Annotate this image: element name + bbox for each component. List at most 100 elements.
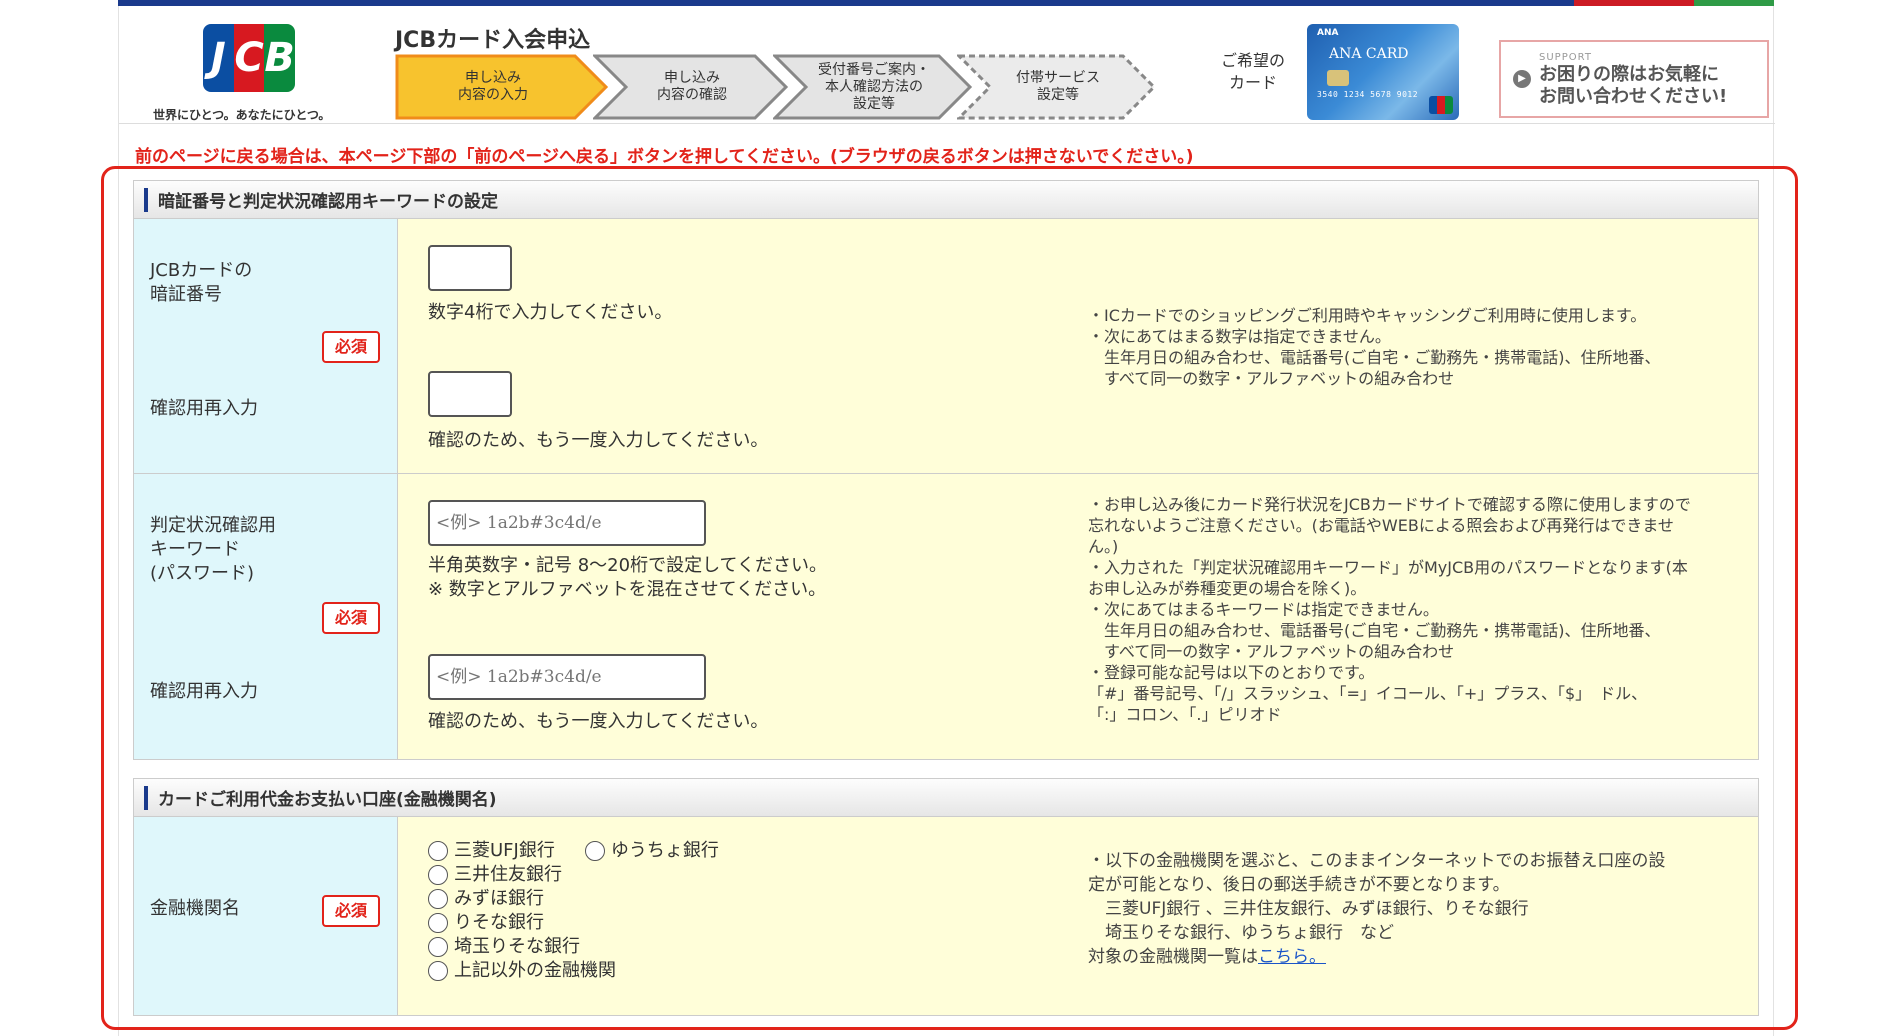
keyword-hint-line2: ※ 数字とアルファベットを混在させてください。 (428, 579, 827, 600)
step-2: 申し込み 内容の確認 (593, 54, 789, 120)
required-badge: 必須 (322, 602, 380, 634)
keyword-label: 判定状況確認用 キーワード (パスワード) (150, 514, 276, 586)
radio-circle[interactable] (428, 913, 448, 933)
radio-other-bank[interactable]: 上記以外の金融機関 (428, 959, 719, 983)
required-badge: 必須 (322, 331, 380, 363)
keyword-label-line3: (パスワード) (150, 563, 255, 584)
keyword-note-line: お申し込みが券種変更の場合を除く)。 (1088, 579, 1367, 598)
logo-tagline: 世界にひとつ。あなたにひとつ。 (153, 108, 331, 122)
preferred-card-label: ご希望の カード (1221, 50, 1285, 94)
radio-circle[interactable] (428, 937, 448, 957)
pin-confirm-hint: 確認のため、もう一度入力してください。 (428, 430, 769, 451)
bank-note-line: 埼玉りそな銀行、ゆうちょ銀行 など (1088, 923, 1394, 943)
radio-circle[interactable] (584, 841, 605, 861)
keyword-notes: ・お申し込み後にカード発行状況をJCBカードサイトで確認する際に使用しますので … (1088, 494, 1691, 725)
radio-saitama-resona[interactable]: 埼玉りそな銀行 (428, 935, 719, 959)
bank-field-cell: 三菱UFJ銀行 ゆうちょ銀行 三井住友銀行 みずほ銀行 りそな銀行 埼玉りそな銀… (398, 817, 1758, 1015)
pin-input[interactable] (428, 245, 512, 291)
support-text: お困りの際はお気軽に お問い合わせください! (1539, 64, 1727, 108)
radio-circle[interactable] (428, 889, 448, 909)
radio-label: 上記以外の金融機関 (454, 960, 616, 981)
bank-notes: ・以下の金融機関を選ぶと、このままインターネットでのお振替え口座の設 定が可能と… (1088, 849, 1665, 969)
keyword-confirm-input[interactable] (428, 654, 706, 700)
section-header: カードご利用代金お支払い口座(金融機関名) (134, 779, 1758, 817)
pin-label-line1: JCBカードの (150, 260, 253, 281)
bank-note-line: ・以下の金融機関を選ぶと、このままインターネットでのお振替え口座の設 (1088, 851, 1666, 871)
keyword-note-line: 「#」番号記号、「/」スラッシュ、「=」イコール、「+」プラス、「$」 ドル、 (1088, 684, 1648, 703)
keyword-hint: 半角英数字・記号 8〜20桁で設定してください。 ※ 数字とアルファベットを混在… (428, 554, 827, 602)
keyword-input[interactable] (428, 500, 706, 546)
pin-note-line: ・ICカードでのショッピングご利用時やキャッシングご利用時に使用します。 (1088, 306, 1647, 325)
bank-list-prefix: 対象の金融機関一覧は (1088, 947, 1258, 967)
support-small-label: SUPPORT (1539, 52, 1592, 63)
jcb-logo[interactable]: J C B 世界にひとつ。あなたにひとつ。 (153, 24, 383, 123)
bank-label-cell: 金融機関名 必須 (134, 817, 398, 1015)
step-3-line2: 本人確認方法の (825, 78, 923, 95)
step-3: 受付番号ご案内・ 本人確認方法の 設定等 (773, 54, 973, 120)
bank-note-line: 定が可能となり、後日の郵送手続きが不要となります。 (1088, 875, 1510, 895)
back-warning: 前のページに戻る場合は、本ページ下部の「前のページへ戻る」ボタンを押してください… (135, 147, 1194, 167)
keyword-note-line: ・次にあてはまるキーワードは指定できません。 (1088, 600, 1439, 619)
step-1-active: 申し込み 内容の入力 (395, 54, 609, 120)
section-pin-keyword: 暗証番号と判定状況確認用キーワードの設定 JCBカードの 暗証番号 必須 確認用… (133, 180, 1759, 760)
section-payment-account: カードご利用代金お支払い口座(金融機関名) 金融機関名 必須 三菱UFJ銀行 ゆ… (133, 778, 1759, 1016)
page-title: JCBカード入会申込 (395, 28, 591, 53)
radio-circle[interactable] (428, 865, 448, 885)
keyword-hint-line1: 半角英数字・記号 8〜20桁で設定してください。 (428, 555, 827, 576)
keyword-label-line1: 判定状況確認用 (150, 515, 276, 536)
step-2-line2: 内容の確認 (657, 87, 727, 103)
keyword-note-line: ・お申し込み後にカード発行状況をJCBカードサイトで確認する際に使用しますので (1088, 495, 1691, 514)
keyword-note-line: ・登録可能な記号は以下のとおりです。 (1088, 663, 1375, 682)
step-2-line1: 申し込み (664, 70, 720, 86)
pin-note-line: すべて同一の数字・アルファベットの組み合わせ (1088, 369, 1455, 388)
radio-mizuho[interactable]: みずほ銀行 (428, 887, 719, 911)
keyword-note-line: 「:」コロン、「.」ピリオド (1088, 705, 1282, 724)
radio-smbc[interactable]: 三井住友銀行 (428, 863, 719, 887)
pin-label-cell: JCBカードの 暗証番号 必須 確認用再入力 (134, 219, 398, 473)
radio-mufg[interactable]: 三菱UFJ銀行 (428, 839, 555, 863)
pin-hint: 数字4桁で入力してください。 (428, 302, 673, 323)
radio-label: 三菱UFJ銀行 (454, 840, 555, 861)
card-chip-icon (1327, 70, 1349, 86)
keyword-note-line: 生年月日の組み合わせ、電話番号(ご自宅・ご勤務先・携帯電話)、住所地番、 (1088, 621, 1661, 640)
radio-circle[interactable] (428, 841, 448, 861)
section-title: カードご利用代金お支払い口座(金融機関名) (158, 790, 497, 810)
bank-list-link[interactable]: こちら。 (1258, 947, 1326, 967)
keyword-confirm-hint: 確認のため、もう一度入力してください。 (428, 711, 769, 732)
logo-letter-c: C (233, 24, 265, 92)
progress-steps: 申し込み 内容の入力 申し込み 内容の確認 受付番号ご案内・ 本人確認方法の 設定等 付… (395, 54, 1185, 120)
row-bank: 金融機関名 必須 三菱UFJ銀行 ゆうちょ銀行 三井住友銀行 みずほ銀行 りそな… (134, 817, 1758, 1015)
step-3-line3: 設定等 (853, 95, 895, 112)
support-line1: お困りの際はお気軽に (1539, 64, 1719, 85)
arrow-circle-icon: ▶ (1513, 70, 1531, 88)
pin-confirm-input[interactable] (428, 371, 512, 417)
header: J C B 世界にひとつ。あなたにひとつ。 JCBカード入会申込 申し込み 内容の… (119, 6, 1775, 124)
radio-circle[interactable] (428, 961, 448, 981)
radio-label: ゆうちょ銀行 (610, 840, 719, 861)
preferred-card-line2: カード (1229, 73, 1278, 92)
radio-label: みずほ銀行 (454, 888, 544, 909)
pin-note-line: 生年月日の組み合わせ、電話番号(ご自宅・ご勤務先・携帯電話)、住所地番、 (1088, 348, 1661, 367)
section-header: 暗証番号と判定状況確認用キーワードの設定 (134, 181, 1758, 219)
step-4-line1: 付帯サービス (1016, 70, 1100, 86)
required-badge: 必須 (322, 895, 380, 927)
support-banner[interactable]: SUPPORT ▶ お困りの際はお気軽に お問い合わせください! (1499, 40, 1769, 118)
bank-label: 金融機関名 (150, 898, 240, 919)
support-line2: お問い合わせください! (1539, 86, 1728, 107)
keyword-note-line: すべて同一の数字・アルファベットの組み合わせ (1088, 642, 1455, 661)
radio-resona[interactable]: りそな銀行 (428, 911, 719, 935)
radio-label: 三井住友銀行 (454, 864, 562, 885)
keyword-note-line: 忘れないようご注意ください。(お電話やWEBによる照会および再発行はできませ (1088, 516, 1674, 535)
section-header-bar (144, 785, 148, 810)
pin-note-line: ・次にあてはまる数字は指定できません。 (1088, 327, 1391, 346)
radio-yucho[interactable]: ゆうちょ銀行 (584, 839, 719, 863)
pin-label: JCBカードの 暗証番号 (150, 259, 252, 307)
card-number: 3540 1234 5678 9012 (1317, 90, 1419, 99)
logo-letter-b: B (264, 24, 295, 92)
bank-note-line: 三菱UFJ銀行 、三井住友銀行、みずほ銀行、りそな銀行 (1088, 899, 1529, 919)
ana-card-image: ANA ANA CARD 3540 1234 5678 9012 (1307, 24, 1459, 120)
section-title: 暗証番号と判定状況確認用キーワードの設定 (158, 192, 498, 212)
card-jcb-mini-logo (1429, 96, 1453, 114)
step-1-line1: 申し込み (465, 70, 521, 86)
jcb-logo-mark: J C B (203, 24, 295, 92)
